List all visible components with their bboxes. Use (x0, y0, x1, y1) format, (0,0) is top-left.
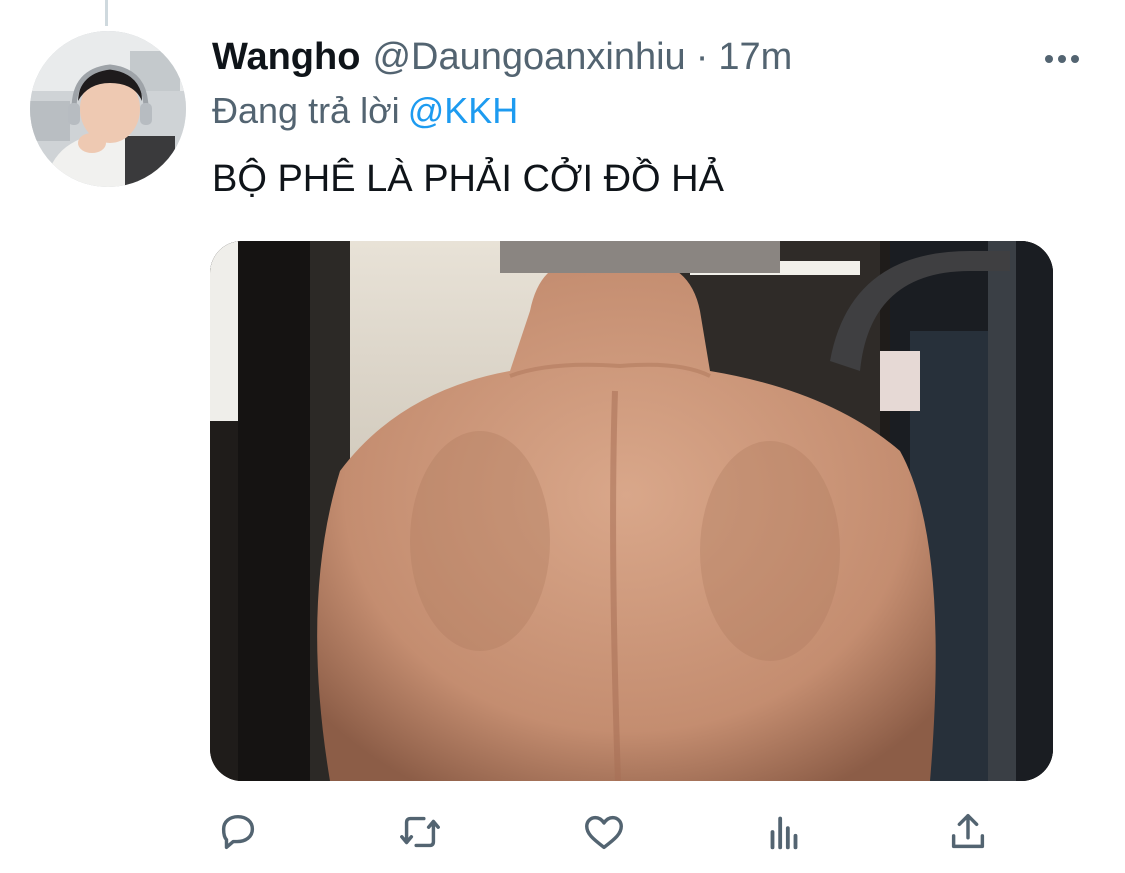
share-icon (951, 813, 985, 849)
tweet-header: Wangho @Daungoanxinhiu · 17m (212, 36, 792, 84)
gym-photo (210, 241, 1053, 781)
retweet-button[interactable] (394, 806, 446, 858)
tweet-actions (210, 806, 1010, 858)
tweet-text: BỘ PHÊ LÀ PHẢI CỞI ĐỒ HẢ (212, 158, 724, 200)
replying-to: Đang trả lời @KKH (212, 90, 518, 132)
display-name[interactable]: Wangho (212, 36, 360, 79)
analytics-button[interactable] (758, 806, 810, 858)
timestamp[interactable]: 17m (718, 36, 792, 79)
replying-to-label: Đang trả lời (212, 90, 400, 131)
user-handle[interactable]: @Daungoanxinhiu (372, 36, 685, 79)
more-dot (1071, 55, 1079, 63)
more-dot (1045, 55, 1053, 63)
reply-icon (221, 814, 255, 850)
avatar[interactable] (30, 31, 186, 187)
reply-button[interactable] (212, 806, 264, 858)
tweet-media-image[interactable] (210, 241, 1053, 781)
reply-mention-link[interactable]: @KKH (408, 90, 519, 131)
retweet-icon (400, 816, 440, 848)
thread-connector-line (105, 0, 108, 26)
share-button[interactable] (942, 806, 994, 858)
like-button[interactable] (578, 806, 630, 858)
analytics-icon (770, 816, 798, 850)
tweet[interactable]: Wangho @Daungoanxinhiu · 17m Đang trả lờ… (0, 0, 1125, 873)
avatar-photo (30, 31, 186, 187)
more-dot (1058, 55, 1066, 63)
separator-dot: · (695, 36, 709, 78)
like-icon (585, 815, 623, 850)
more-options-icon[interactable] (1038, 44, 1086, 74)
